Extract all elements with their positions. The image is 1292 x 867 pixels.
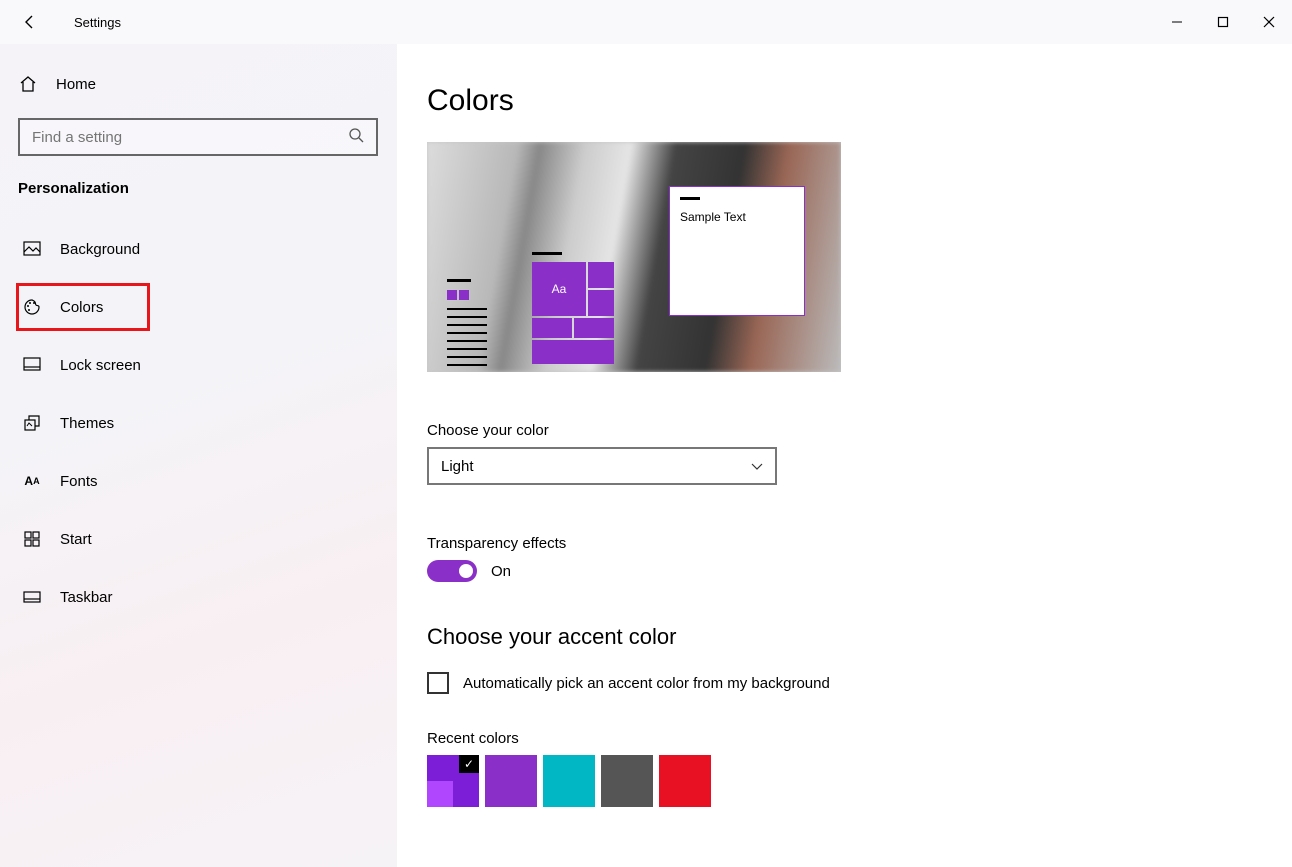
auto-pick-checkbox[interactable] bbox=[427, 672, 449, 694]
check-icon: ✓ bbox=[459, 755, 479, 773]
sidebar-item-start[interactable]: Start bbox=[18, 517, 379, 561]
section-label: Personalization bbox=[18, 180, 379, 197]
sidebar-item-taskbar[interactable]: Taskbar bbox=[18, 575, 379, 619]
themes-icon bbox=[22, 413, 42, 433]
auto-pick-label: Automatically pick an accent color from … bbox=[463, 675, 830, 692]
choose-color-label: Choose your color bbox=[427, 422, 1292, 439]
sidebar-item-label: Taskbar bbox=[60, 589, 113, 606]
choose-color-value: Light bbox=[441, 458, 474, 475]
transparency-toggle[interactable] bbox=[427, 560, 477, 582]
transparency-label: Transparency effects bbox=[427, 535, 1292, 552]
sidebar-item-fonts[interactable]: AA Fonts bbox=[18, 459, 379, 503]
preview-tile-text: Aa bbox=[532, 262, 586, 316]
content: Colors Aa Sample Text bbox=[397, 44, 1292, 867]
window-title: Settings bbox=[74, 15, 121, 30]
preview-sample-window: Sample Text bbox=[669, 186, 805, 316]
back-button[interactable] bbox=[18, 10, 42, 34]
color-preview: Aa Sample Text bbox=[427, 142, 841, 372]
home-label: Home bbox=[56, 76, 96, 93]
sidebar-item-label: Background bbox=[60, 241, 140, 258]
recent-colors-row: ✓ bbox=[427, 755, 1292, 807]
recent-color-swatch[interactable] bbox=[485, 755, 537, 807]
home-icon bbox=[18, 74, 38, 94]
search-box[interactable] bbox=[18, 118, 378, 156]
transparency-value: On bbox=[491, 563, 511, 580]
sidebar-item-label: Start bbox=[60, 531, 92, 548]
picture-icon bbox=[22, 239, 42, 259]
search-icon bbox=[348, 127, 364, 148]
titlebar: Settings bbox=[0, 0, 1292, 44]
maximize-button[interactable] bbox=[1200, 6, 1246, 38]
lock-screen-icon bbox=[22, 355, 42, 375]
sidebar-item-label: Lock screen bbox=[60, 357, 141, 374]
recent-color-swatch[interactable] bbox=[601, 755, 653, 807]
choose-color-dropdown[interactable]: Light bbox=[427, 447, 777, 485]
page-title: Colors bbox=[427, 84, 1292, 118]
sidebar-item-lock-screen[interactable]: Lock screen bbox=[18, 343, 379, 387]
start-icon bbox=[22, 529, 42, 549]
taskbar-icon bbox=[22, 587, 42, 607]
chevron-down-icon bbox=[751, 458, 763, 475]
search-input[interactable] bbox=[32, 129, 348, 146]
sidebar-item-label: Fonts bbox=[60, 473, 98, 490]
sidebar-item-label: Colors bbox=[60, 299, 103, 316]
sidebar: Home Personalization Background Colors L… bbox=[0, 44, 397, 867]
palette-icon bbox=[22, 297, 42, 317]
minimize-button[interactable] bbox=[1154, 6, 1200, 38]
accent-section-title: Choose your accent color bbox=[427, 624, 1292, 650]
recent-color-swatch[interactable]: ✓ bbox=[427, 755, 479, 807]
home-link[interactable]: Home bbox=[18, 72, 379, 96]
sidebar-item-colors[interactable]: Colors bbox=[18, 285, 148, 329]
recent-color-swatch[interactable] bbox=[659, 755, 711, 807]
auto-pick-checkbox-row[interactable]: Automatically pick an accent color from … bbox=[427, 672, 1292, 694]
sidebar-item-label: Themes bbox=[60, 415, 114, 432]
recent-colors-label: Recent colors bbox=[427, 730, 1292, 747]
recent-color-swatch[interactable] bbox=[543, 755, 595, 807]
sidebar-item-background[interactable]: Background bbox=[18, 227, 379, 271]
sidebar-item-themes[interactable]: Themes bbox=[18, 401, 379, 445]
preview-sample-text: Sample Text bbox=[680, 210, 794, 224]
close-button[interactable] bbox=[1246, 6, 1292, 38]
fonts-icon: AA bbox=[22, 471, 42, 491]
